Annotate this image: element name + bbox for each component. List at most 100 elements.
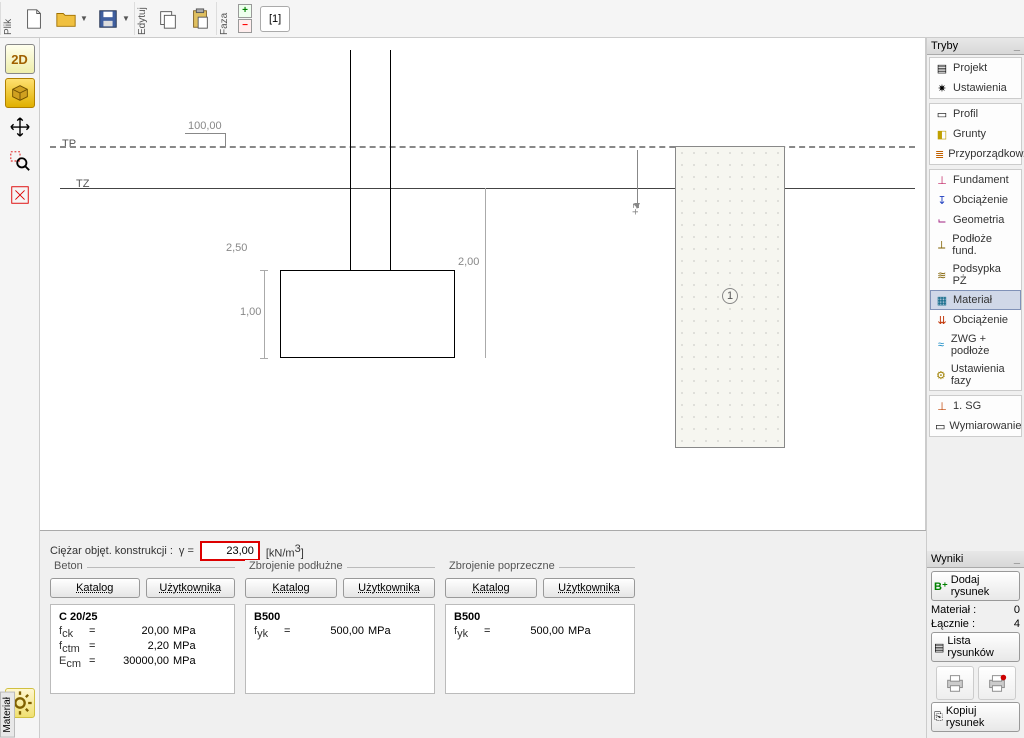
tryby-group-3: ⊥Fundament ↧Obciążenie ⌙Geometria ⟂Podło… (929, 169, 1022, 391)
weight-input[interactable] (200, 541, 260, 561)
phase-settings-icon: ⚙ (935, 368, 947, 382)
save-button[interactable] (93, 4, 123, 34)
sg-icon: ⊥ (935, 399, 949, 413)
trans-user-button[interactable]: Użytkownika (543, 578, 635, 598)
item-podloze[interactable]: ⟂Podłoże fund. (930, 230, 1021, 260)
print-button-2[interactable] (978, 666, 1016, 700)
assign-icon: ≣ (935, 147, 944, 161)
item-obciazenie[interactable]: ↧Obciążenie (930, 190, 1021, 210)
profile-icon: ▭ (935, 107, 949, 121)
beton-catalog-button[interactable]: Katalog (50, 578, 140, 598)
trans-catalog-button[interactable]: Katalog (445, 578, 537, 598)
item-ustawienia-fazy[interactable]: ⚙Ustawienia fazy (930, 360, 1021, 390)
long-user-button[interactable]: Użytkownika (343, 578, 435, 598)
view-3d-button[interactable] (5, 78, 35, 108)
beton-user-button[interactable]: Użytkownika (146, 578, 236, 598)
material-panel: Ciężar objęt. konstrukcji : γ = [kN/m3] … (40, 530, 926, 738)
item-zwg[interactable]: ≈ZWG + podłoże (930, 330, 1021, 360)
paste-button[interactable] (185, 4, 215, 34)
print-button-1[interactable] (936, 666, 974, 700)
wyniki-minimize-icon[interactable]: _ (1014, 553, 1020, 565)
ground-icon: ⟂ (935, 238, 948, 252)
group-long-title: Zbrojenie podłużne (245, 560, 347, 572)
material-count-label: Materiał : (931, 604, 976, 616)
left-toolbar: 2D (0, 38, 40, 738)
material-tab-vertical[interactable]: Materiał (0, 692, 15, 738)
add-drawing-button[interactable]: B⁺Dodaj rysunek (931, 571, 1020, 601)
menu-file-label[interactable]: Plik (0, 2, 16, 35)
top-toolbar: Plik ▼ ▼ Edytuj Faza + − [1] (0, 0, 1024, 38)
wyniki-body: B⁺Dodaj rysunek Materiał : 0 Łącznie : 4 ▤… (927, 568, 1024, 738)
new-file-button[interactable] (19, 4, 49, 34)
phase-tab-1[interactable]: [1] (260, 6, 290, 32)
long-catalog-button[interactable]: Katalog (245, 578, 337, 598)
item-obciazenie-2[interactable]: ⇊Obciążenie (930, 310, 1021, 330)
dim-top: 100,00 (188, 120, 222, 132)
weight-label: Ciężar objęt. konstrukcji : (50, 545, 173, 557)
menu-edit-label[interactable]: Edytuj (134, 2, 150, 35)
column-left (350, 50, 351, 270)
item-profil[interactable]: ▭Profil (930, 104, 1021, 124)
dim-height: 2,50 (226, 242, 247, 254)
wyniki-title: Wyniki (931, 553, 963, 565)
load-icon: ↧ (935, 193, 949, 207)
foundation-icon: ⊥ (935, 173, 949, 187)
water-icon: ≈ (935, 338, 947, 352)
zoom-tool-button[interactable] (5, 146, 35, 176)
tryby-minimize-icon[interactable]: _ (1014, 40, 1020, 52)
drawing-list-button[interactable]: ▤Lista rysunków (931, 632, 1020, 662)
group-transverse: Zbrojenie poprzeczne Katalog Użytkownika… (445, 567, 635, 694)
group-longitudinal: Zbrojenie podłużne Katalog Użytkownika B… (245, 567, 435, 694)
wyniki-header: Wyniki _ (927, 551, 1024, 568)
foundation-block (280, 270, 455, 358)
item-1sg[interactable]: ⊥1. SG (930, 396, 1021, 416)
item-geometria[interactable]: ⌙Geometria (930, 210, 1021, 230)
dimensioning-icon: ▭ (935, 419, 945, 433)
tryby-group-1: ▤Projekt ✷Ustawienia (929, 57, 1022, 99)
save-dropdown-icon[interactable]: ▼ (122, 14, 130, 23)
right-sidebar: Tryby _ ▤Projekt ✷Ustawienia ▭Profil ◧Gr… (926, 38, 1024, 738)
menu-phase-label[interactable]: Faza (216, 2, 232, 35)
copy-drawing-button[interactable]: ⎘Kopiuj rysunek (931, 702, 1020, 732)
dim-right-line (485, 188, 486, 358)
item-projekt[interactable]: ▤Projekt (930, 58, 1021, 78)
weight-unit: [kN/m3] (266, 543, 304, 560)
item-ustawienia[interactable]: ✷Ustawienia (930, 78, 1021, 98)
trans-name: B500 (454, 611, 626, 623)
beton-name: C 20/25 (59, 611, 226, 623)
item-fundament[interactable]: ⊥Fundament (930, 170, 1021, 190)
material-count-value: 0 (1014, 604, 1020, 616)
material-icon: ▦ (935, 293, 949, 307)
list-icon: ▤ (934, 641, 944, 654)
z-arrow (637, 150, 638, 208)
item-przyporzadkow[interactable]: ≣Przyporządkow. (930, 144, 1021, 164)
move-tool-button[interactable] (5, 112, 35, 142)
dim-top-leader-v (225, 133, 226, 147)
item-podsypka[interactable]: ≋Podsypka PŻ (930, 260, 1021, 290)
dim-tick-1 (260, 270, 268, 271)
item-grunty[interactable]: ◧Grunty (930, 124, 1021, 144)
long-info: B500 fyk=500,00MPa (245, 604, 435, 694)
soil-icon: ◧ (935, 127, 949, 141)
copy-button[interactable] (153, 4, 183, 34)
item-material[interactable]: ▦Materiał (930, 290, 1021, 310)
phase-remove-icon[interactable]: − (238, 19, 252, 33)
open-file-button[interactable] (51, 4, 81, 34)
group-trans-title: Zbrojenie poprzeczne (445, 560, 559, 572)
copy-icon: ⎘ (934, 711, 943, 724)
load2-icon: ⇊ (935, 313, 949, 327)
phase-add-icon[interactable]: + (238, 4, 252, 18)
dim-block-h: 1,00 (240, 306, 261, 318)
phase-plus-minus: + − (238, 4, 252, 34)
fit-tool-button[interactable] (5, 180, 35, 210)
open-dropdown-icon[interactable]: ▼ (80, 14, 88, 23)
view-2d-button[interactable]: 2D (5, 44, 35, 74)
drawing-canvas[interactable]: TP TZ 100,00 2,50 1,00 2,00 (40, 38, 926, 530)
soil-id-badge: 1 (722, 288, 738, 304)
dim-top-leader (185, 133, 225, 134)
total-label: Łącznie : (931, 618, 975, 630)
total-value: 4 (1014, 618, 1020, 630)
document-icon: ▤ (935, 61, 949, 75)
item-wymiarowanie[interactable]: ▭Wymiarowanie (930, 416, 1021, 436)
tryby-group-4: ⊥1. SG ▭Wymiarowanie (929, 395, 1022, 437)
